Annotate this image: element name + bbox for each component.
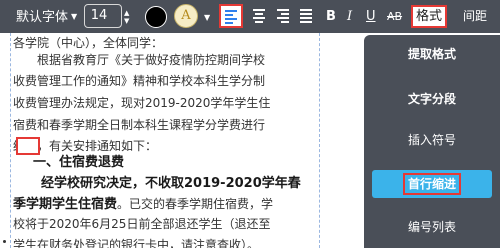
doc-line: 宿费和春季学期全日制本科生课程学分学费进行 xyxy=(13,118,266,132)
doc-line: 校将于2020年6月25日前全部退还学生（退还至 xyxy=(13,217,271,231)
bullet-dot xyxy=(3,240,6,243)
doc-line: 根据省教育厅《关于做好疫情防控期间学校 xyxy=(37,53,266,67)
chevron-down-icon: ▼ xyxy=(71,12,78,21)
doc-bold-span: 季学期学生住宿费 xyxy=(13,197,118,212)
panel-item-extract-format[interactable]: 提取格式 xyxy=(364,37,500,71)
align-justify-icon[interactable] xyxy=(300,9,312,25)
text-color-button[interactable] xyxy=(145,6,167,28)
font-size-stepper[interactable]: ▲ ▼ xyxy=(124,9,129,25)
strikethrough-button[interactable]: AB xyxy=(387,0,402,33)
panel-item-first-line-indent[interactable]: 首行缩进 xyxy=(372,170,492,198)
doc-line: 收费管理工作的通知》精神和学校本科生学分制 xyxy=(13,74,266,88)
align-center-icon[interactable] xyxy=(253,9,265,25)
panel-item-text-segment[interactable]: 文字分段 xyxy=(364,82,500,116)
align-left-icon xyxy=(225,10,237,26)
highlight-icon: A xyxy=(181,8,191,23)
doc-line: 经学校研究决定，不收取2019-2020学年春 xyxy=(41,176,301,191)
font-family-value: 默认字体 xyxy=(16,10,69,25)
document-editor[interactable]: 各学院（中心），全体同学： 根据省教育厅《关于做好疫情防控期间学校 收费管理工作… xyxy=(10,33,320,248)
chevron-down-icon[interactable]: ▼ xyxy=(204,13,210,22)
bold-button[interactable]: B xyxy=(326,0,336,33)
format-panel: 提取格式 文字分段 插入符号 首行缩进 编号列表 xyxy=(364,35,500,248)
font-family-select[interactable]: 默认字体 ▼ xyxy=(16,0,77,33)
editor-toolbar: 默认字体 ▼ 14 ▲ ▼ A ▼ B I U AB 格式 间距 xyxy=(0,0,500,33)
panel-item-insert-symbol[interactable]: 插入符号 xyxy=(364,123,500,157)
doc-line: 季学期学生住宿费。已交的春季学期住宿费，学 xyxy=(13,193,303,212)
italic-button[interactable]: I xyxy=(347,0,352,33)
font-size-input[interactable]: 14 xyxy=(84,4,122,28)
panel-item-numbered-list[interactable]: 编号列表 xyxy=(364,210,500,244)
spacing-button[interactable]: 间距 xyxy=(463,0,487,33)
underline-button[interactable]: U xyxy=(366,0,376,33)
section-heading: 一、住宿费退费 xyxy=(33,155,125,170)
align-right-icon[interactable] xyxy=(277,9,289,25)
format-button[interactable]: 格式 xyxy=(411,5,447,28)
doc-span: 。已交的春季学期住宿费，学 xyxy=(117,197,274,211)
align-left-button[interactable] xyxy=(219,4,243,28)
doc-line: 收费管理办法规定，现对2019-2020学年学生住 xyxy=(13,96,271,110)
highlight-color-button[interactable]: A xyxy=(174,4,198,28)
indent-marker xyxy=(16,137,40,155)
doc-line: 学生在财务处登记的银行卡中，请注意查收）。 xyxy=(13,238,260,248)
doc-line: 各学院（中心），全体同学： xyxy=(13,36,164,50)
panel-item-label: 首行缩进 xyxy=(402,173,461,195)
